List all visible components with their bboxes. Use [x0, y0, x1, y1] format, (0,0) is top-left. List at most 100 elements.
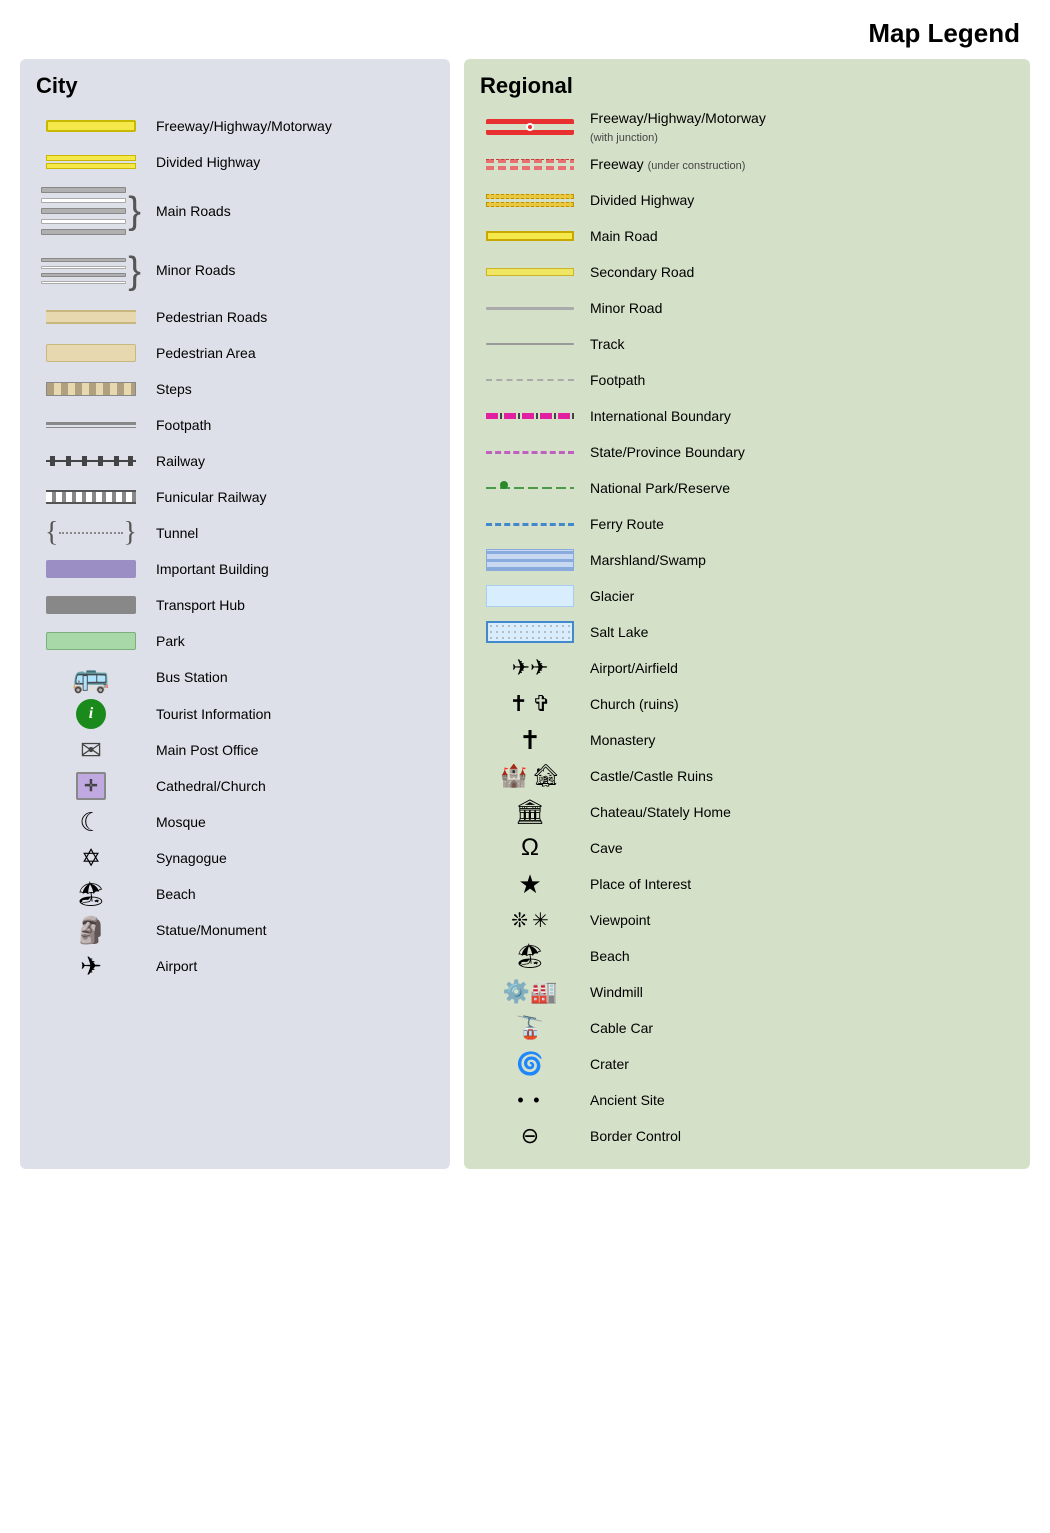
list-item: Footpath — [36, 408, 434, 442]
bus-station-label: Bus Station — [146, 668, 434, 686]
freeway-city-label: Freeway/Highway/Motorway — [146, 117, 434, 135]
list-item: National Park/Reserve — [480, 471, 1014, 505]
funicular-icon — [36, 490, 146, 504]
mail-icon: ✉ — [36, 735, 146, 766]
airport-glyph: ✈ — [80, 951, 102, 982]
list-item: i Tourist Information — [36, 697, 434, 731]
mosque-glyph: ☾ — [79, 807, 102, 838]
reg-secondary-label: Secondary Road — [580, 263, 1014, 281]
reg-freeway-uc-label: Freeway (under construction) — [580, 155, 1014, 173]
reg-natpark-icon — [480, 481, 580, 495]
list-item: • • Ancient Site — [480, 1083, 1014, 1117]
reg-marsh-icon — [480, 549, 580, 571]
reg-secondary-icon — [480, 268, 580, 276]
airport-city-label: Airport — [146, 957, 434, 975]
list-item: ✈✈ Airport/Airfield — [480, 651, 1014, 685]
list-item: ⚙️🏭 Windmill — [480, 975, 1014, 1009]
list-item: { } Tunnel — [36, 516, 434, 550]
list-item: Glacier — [480, 579, 1014, 613]
steps-icon — [36, 382, 146, 396]
list-item: 🚡 Cable Car — [480, 1011, 1014, 1045]
list-item: ☾ Mosque — [36, 805, 434, 839]
list-item: 🏖 Beach — [36, 877, 434, 911]
statue-glyph: 🗿 — [75, 915, 107, 946]
ped-roads-label: Pedestrian Roads — [146, 308, 434, 326]
tunnel-label: Tunnel — [146, 524, 434, 542]
divided-hw-city-label: Divided Highway — [146, 153, 434, 171]
reg-freeway-icon — [480, 119, 580, 135]
reg-crater-label: Crater — [580, 1055, 1014, 1073]
reg-ferry-icon — [480, 523, 580, 526]
list-item: ✈ Airport — [36, 949, 434, 983]
reg-track-label: Track — [580, 335, 1014, 353]
list-item: Salt Lake — [480, 615, 1014, 649]
reg-beach-icon: 🏖 — [480, 942, 580, 971]
reg-poi-icon: ★ — [480, 869, 580, 900]
ped-roads-icon — [36, 310, 146, 324]
list-item: ⊖ Border Control — [480, 1119, 1014, 1153]
cathedral-icon: ✛ — [36, 772, 146, 800]
list-item: Minor Road — [480, 291, 1014, 325]
list-item: Ferry Route — [480, 507, 1014, 541]
list-item: ✉ Main Post Office — [36, 733, 434, 767]
mosque-label: Mosque — [146, 813, 434, 831]
reg-windmill-icon: ⚙️🏭 — [480, 979, 580, 1005]
cathedral-label: Cathedral/Church — [146, 777, 434, 795]
list-item: Divided Highway — [480, 183, 1014, 217]
list-item: Freeway/Highway/Motorway — [36, 109, 434, 143]
imp-building-icon — [36, 560, 146, 578]
reg-intl-boundary-label: International Boundary — [580, 407, 1014, 425]
reg-ancient-icon: • • — [480, 1090, 580, 1111]
park-icon — [36, 632, 146, 650]
statue-icon: 🗿 — [36, 915, 146, 946]
ancient-glyph: • • — [517, 1090, 542, 1111]
page-title: Map Legend — [0, 0, 1050, 59]
reg-freeway-uc-icon — [480, 159, 580, 170]
reg-ferry-label: Ferry Route — [580, 515, 1014, 533]
funicular-label: Funicular Railway — [146, 488, 434, 506]
reg-mainroad-label: Main Road — [580, 227, 1014, 245]
reg-saltlake-label: Salt Lake — [580, 623, 1014, 641]
tourist-info-icon: i — [36, 699, 146, 729]
poi-glyph: ★ — [518, 869, 541, 900]
cave-glyph: Ω — [521, 834, 539, 862]
list-item: Track — [480, 327, 1014, 361]
reg-freeway-label: Freeway/Highway/Motorway (with junction) — [580, 109, 1014, 145]
reg-church-icon: ✝ ✞ — [480, 691, 580, 717]
reg-chateau-label: Chateau/Stately Home — [580, 803, 1014, 821]
main-roads-icon: } — [36, 187, 146, 235]
reg-divhw-label: Divided Highway — [580, 191, 1014, 209]
reg-cave-label: Cave — [580, 839, 1014, 857]
minor-roads-icon: } — [36, 252, 146, 290]
steps-label: Steps — [146, 380, 434, 398]
list-item: ★ Place of Interest — [480, 867, 1014, 901]
reg-castle-label: Castle/Castle Ruins — [580, 767, 1014, 785]
list-item: Funicular Railway — [36, 480, 434, 514]
list-item: ✛ Cathedral/Church — [36, 769, 434, 803]
divided-hw-city-icon — [36, 155, 146, 169]
airport-city-icon: ✈ — [36, 951, 146, 982]
reg-minor-icon — [480, 307, 580, 310]
list-item: Steps — [36, 372, 434, 406]
reg-cave-icon: Ω — [480, 834, 580, 862]
reg-glacier-icon — [480, 585, 580, 607]
airport-glyph-reg: ✈✈ — [512, 655, 549, 681]
reg-border-icon: ⊖ — [480, 1123, 580, 1149]
reg-marsh-label: Marshland/Swamp — [580, 551, 1014, 569]
reg-beach-label: Beach — [580, 947, 1014, 965]
mail-glyph: ✉ — [80, 735, 102, 766]
reg-castle-icon: 🏰 🏚 — [480, 763, 580, 789]
chateau-glyph: 🏛 — [515, 798, 545, 827]
synagogue-glyph: ✡ — [81, 844, 101, 873]
reg-ancient-label: Ancient Site — [580, 1091, 1014, 1109]
reg-cablecar-label: Cable Car — [580, 1019, 1014, 1037]
mosque-icon: ☾ — [36, 807, 146, 838]
reg-footpath-icon — [480, 379, 580, 381]
list-item: Divided Highway — [36, 145, 434, 179]
reg-natpark-label: National Park/Reserve — [580, 479, 1014, 497]
footpath-city-icon — [36, 422, 146, 428]
list-item: Transport Hub — [36, 588, 434, 622]
list-item: } Minor Roads — [36, 243, 434, 298]
list-item: Pedestrian Area — [36, 336, 434, 370]
list-item: ✡ Synagogue — [36, 841, 434, 875]
